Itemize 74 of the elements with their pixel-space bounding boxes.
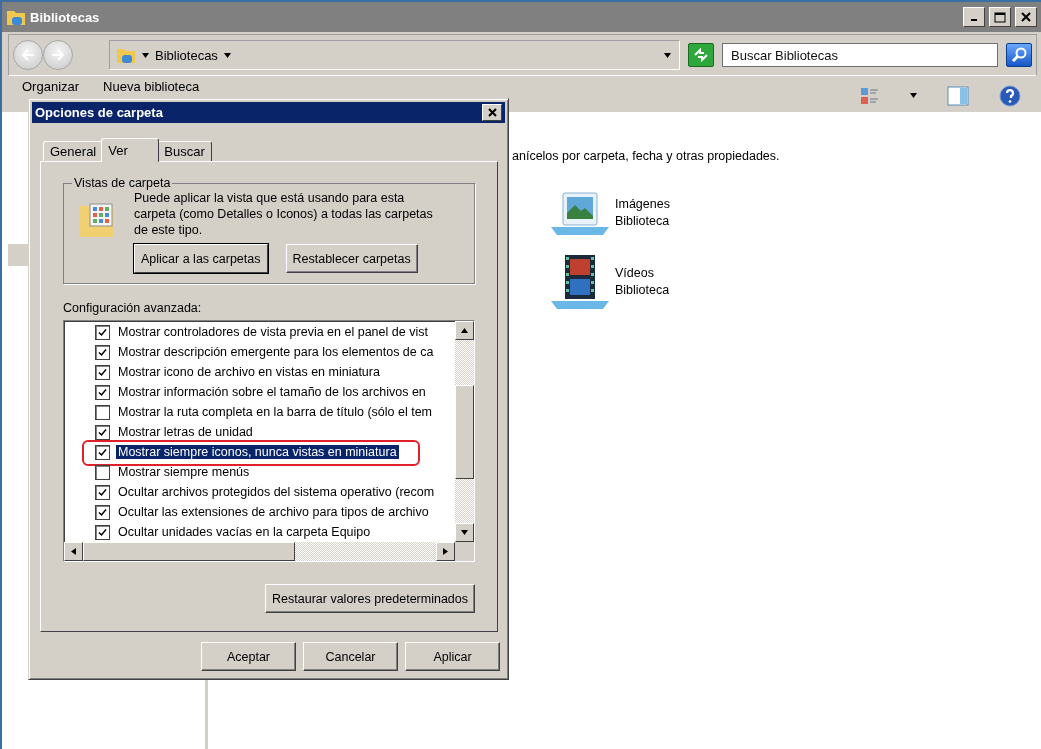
- setting-label[interactable]: Mostrar controladores de vista previa en el panel de vist: [116, 325, 430, 339]
- setting-label[interactable]: Ocultar las extensiones de archivo para tipos de archivo: [116, 505, 431, 519]
- refresh-button[interactable]: [688, 43, 714, 67]
- library-name[interactable]: Imágenes: [615, 196, 670, 213]
- dialog-button[interactable]: Aceptar: [201, 642, 296, 671]
- caret-icon: [142, 52, 149, 58]
- setting-label[interactable]: Ocultar archivos protegidos del sistema operativo (recom: [116, 485, 437, 499]
- setting-label[interactable]: Mostrar siempre iconos, nunca vistas en miniatura: [116, 445, 399, 459]
- search-field[interactable]: Buscar Bibliotecas: [722, 43, 998, 67]
- maximize-icon: [994, 11, 1006, 23]
- forward-arrow-icon: [51, 49, 65, 61]
- tab[interactable]: Ver: [101, 138, 160, 162]
- caret-icon: [910, 93, 917, 98]
- checkbox[interactable]: [95, 344, 110, 360]
- checkbox[interactable]: [95, 524, 110, 540]
- address-path[interactable]: Bibliotecas: [155, 47, 218, 63]
- picture-library-icon: [549, 189, 611, 237]
- setting-label[interactable]: Mostrar siempre menús: [116, 465, 252, 479]
- library-type: Biblioteca: [615, 213, 670, 230]
- up-arrow-icon: [461, 328, 468, 333]
- setting-label[interactable]: Mostrar letras de unidad: [116, 425, 255, 439]
- setting-label[interactable]: Mostrar descripción emergente para los elementos de ca: [116, 345, 436, 359]
- setting-label[interactable]: Mostrar información sobre el tamaño de los archivos en: [116, 385, 428, 399]
- video-library-icon: [549, 253, 611, 311]
- checkbox[interactable]: [95, 324, 110, 340]
- maximize-button[interactable]: [989, 7, 1011, 27]
- checkbox[interactable]: [95, 504, 110, 520]
- back-arrow-icon: [21, 49, 35, 61]
- checkbox[interactable]: [95, 424, 110, 440]
- checkbox[interactable]: [95, 484, 110, 500]
- folder-views-button[interactable]: Aplicar a las carpetas: [134, 244, 268, 273]
- down-arrow-icon: [461, 530, 468, 535]
- folder-views-description: Puede aplicar la vista que está usando para esta carpeta (como Detalles o Iconos) a todas las carpetas de este tipo.: [134, 190, 434, 238]
- caret-icon: [223, 52, 231, 58]
- toolbar-button[interactable]: Organizar: [22, 79, 80, 94]
- library-name[interactable]: Vídeos: [615, 265, 670, 282]
- close-icon: [1021, 12, 1031, 22]
- group-title: Vistas de carpeta: [73, 176, 172, 190]
- close-button[interactable]: [1015, 7, 1037, 27]
- checkbox[interactable]: [95, 384, 110, 400]
- restore-defaults-button[interactable]: Restaurar valores predeterminados: [265, 584, 475, 613]
- right-arrow-icon: [443, 548, 448, 555]
- window-title: Bibliotecas: [30, 9, 101, 25]
- library-description: anícelos por carpeta, fecha y otras propiedades.: [512, 149, 781, 163]
- scrollbar-thumb[interactable]: [83, 542, 295, 561]
- tab[interactable]: Buscar: [157, 141, 212, 161]
- caret-icon: [664, 52, 671, 58]
- scrollbar-corner: [455, 542, 474, 561]
- vertical-scrollbar[interactable]: [455, 321, 474, 542]
- toolbar-button[interactable]: Nueva biblioteca: [103, 79, 200, 94]
- checkbox[interactable]: [95, 404, 110, 420]
- setting-label[interactable]: Mostrar icono de archivo en vistas en miniatura: [116, 365, 382, 379]
- dialog-title: Opciones de carpeta: [35, 105, 164, 120]
- scrollbar-thumb[interactable]: [455, 384, 474, 479]
- help-icon[interactable]: [999, 84, 1021, 107]
- left-arrow-icon: [71, 548, 76, 555]
- checkbox[interactable]: [95, 444, 110, 460]
- minimize-button[interactable]: [963, 7, 985, 27]
- setting-label[interactable]: Ocultar unidades vacías en la carpeta Equipo: [116, 525, 373, 539]
- setting-label[interactable]: Mostrar la ruta completa en la barra de título (sólo el tem: [116, 405, 435, 419]
- dialog-button[interactable]: Aplicar: [405, 642, 500, 671]
- horizontal-scrollbar[interactable]: [64, 542, 455, 561]
- search-button[interactable]: [1006, 43, 1032, 67]
- dialog-button[interactable]: Cancelar: [303, 642, 398, 671]
- address-bar[interactable]: Bibliotecas: [109, 40, 680, 70]
- search-icon: [1011, 47, 1027, 63]
- close-button[interactable]: [482, 104, 502, 121]
- tab[interactable]: General: [43, 141, 104, 161]
- library-type: Biblioteca: [615, 282, 670, 299]
- folder-views-button[interactable]: Restablecer carpetas: [285, 244, 418, 273]
- refresh-arrows-icon: [693, 48, 709, 62]
- advanced-settings-label: Configuración avanzada:: [63, 301, 203, 315]
- close-icon: [487, 108, 497, 117]
- checkbox[interactable]: [95, 364, 110, 380]
